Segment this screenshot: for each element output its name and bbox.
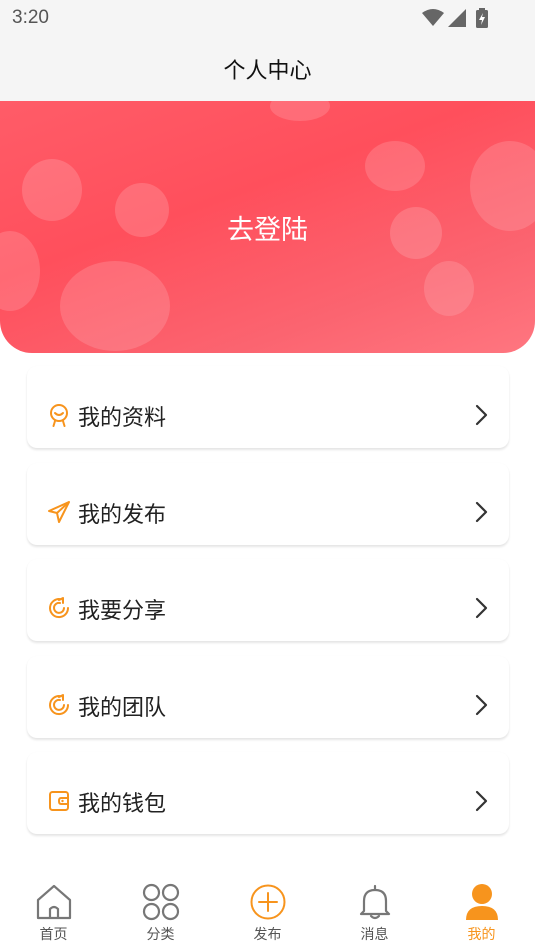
- bell-icon: [359, 884, 391, 920]
- status-bar: 3:20: [0, 0, 535, 36]
- category-icon: [142, 883, 180, 921]
- tab-messages[interactable]: 消息: [321, 870, 428, 951]
- page-title: 个人中心: [223, 59, 312, 84]
- login-button[interactable]: 去登陆: [0, 208, 535, 247]
- battery-charging-icon: [476, 8, 488, 28]
- signal-icon: [448, 9, 466, 27]
- title-bar: 个人中心: [0, 36, 535, 101]
- menu-item-label: 我的钱包: [78, 792, 167, 817]
- chevron-right-icon: [475, 404, 488, 426]
- wallet-icon: [49, 791, 69, 811]
- tab-label: 发布: [253, 927, 282, 943]
- tab-publish[interactable]: 发布: [214, 870, 321, 951]
- home-icon: [36, 884, 72, 920]
- wifi-icon: [422, 9, 444, 26]
- chevron-right-icon: [475, 694, 488, 715]
- profile-menu: 我的资料 我的发布 我要分享 我的团队 我的钱包: [27, 366, 509, 849]
- menu-item-label: 我要分享: [78, 599, 167, 624]
- tab-label: 我的: [467, 927, 496, 943]
- tab-label: 消息: [360, 927, 389, 943]
- tab-mine[interactable]: 我的: [428, 870, 535, 951]
- menu-item-team[interactable]: 我的团队: [27, 655, 509, 738]
- bottom-tab-bar: 首页 分类 发布 消息 我的: [0, 870, 535, 951]
- tab-label: 分类: [146, 927, 175, 943]
- tab-label: 首页: [39, 927, 68, 943]
- status-icons: [415, 8, 495, 28]
- team-refresh-icon: [49, 693, 70, 715]
- tab-home[interactable]: 首页: [0, 870, 107, 951]
- menu-item-label: 我的资料: [78, 406, 167, 431]
- profile-badge-icon: [50, 404, 68, 427]
- tab-category[interactable]: 分类: [107, 870, 214, 951]
- menu-item-label: 我的团队: [78, 695, 167, 721]
- menu-item-publish[interactable]: 我的发布: [27, 462, 509, 545]
- bokeh-decoration: [424, 261, 474, 316]
- bokeh-decoration: [270, 101, 330, 121]
- user-icon: [466, 884, 498, 920]
- publish-plus-icon: [250, 884, 286, 920]
- chevron-right-icon: [475, 790, 488, 812]
- status-time: 3:20: [12, 7, 49, 28]
- chevron-right-icon: [475, 501, 488, 522]
- menu-item-label: 我的发布: [78, 502, 167, 528]
- share-refresh-icon: [49, 597, 70, 619]
- bokeh-decoration: [365, 141, 425, 191]
- profile-banner: 去登陆: [0, 101, 535, 353]
- menu-item-share[interactable]: 我要分享: [27, 559, 509, 641]
- paper-plane-icon: [48, 500, 70, 523]
- menu-item-profile[interactable]: 我的资料: [27, 366, 509, 448]
- menu-item-wallet[interactable]: 我的钱包: [27, 752, 509, 834]
- chevron-right-icon: [475, 597, 488, 619]
- bokeh-decoration: [60, 261, 170, 351]
